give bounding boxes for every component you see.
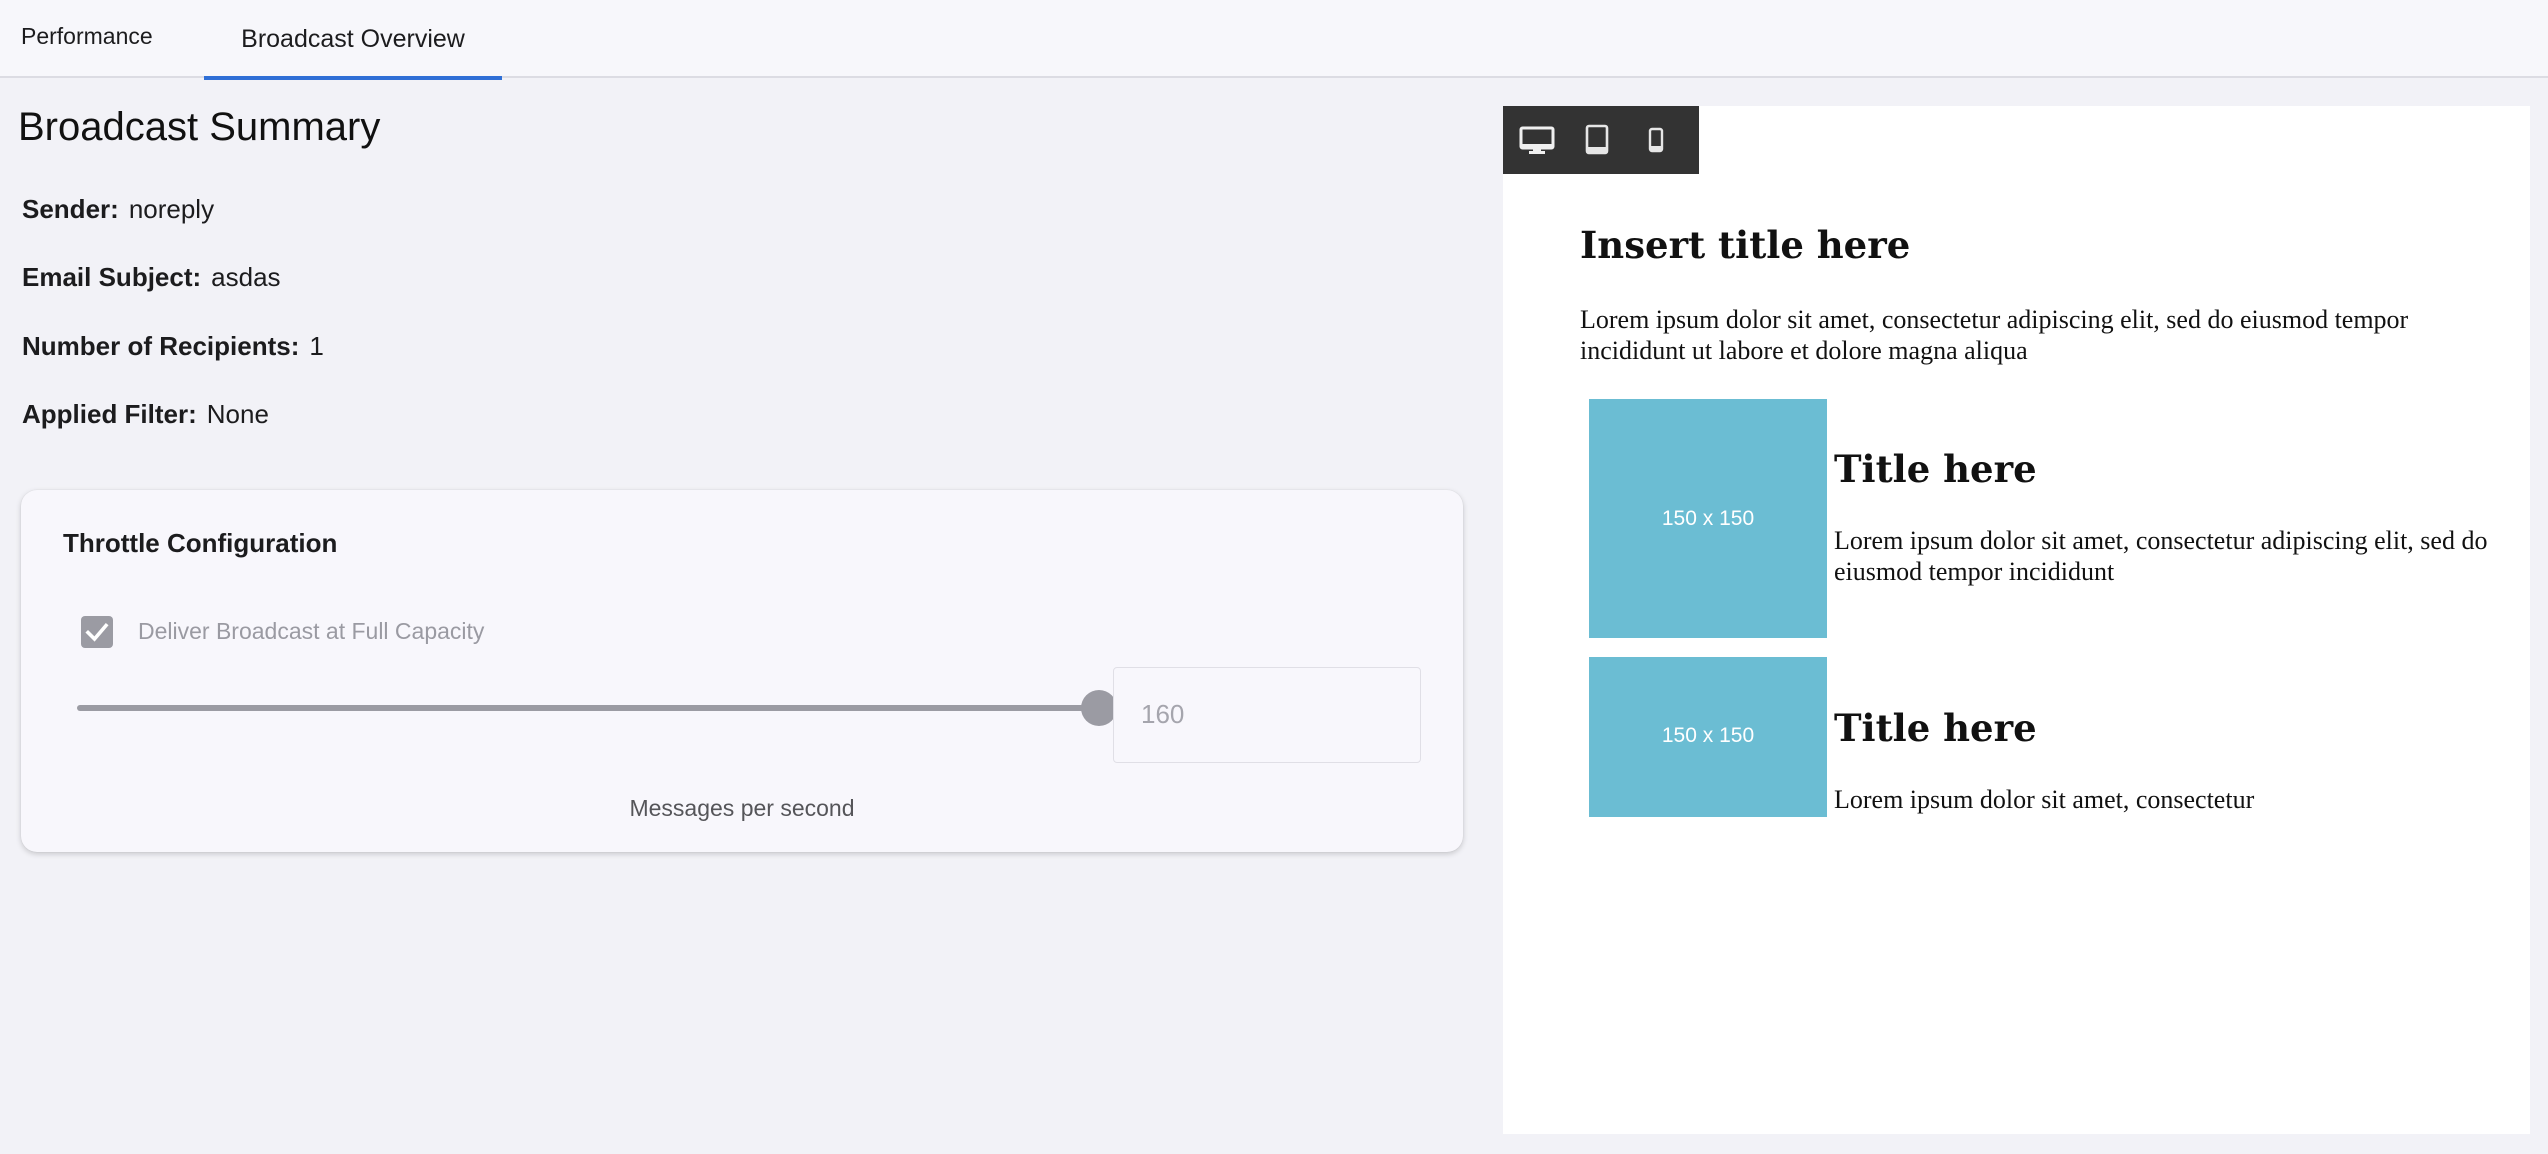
sender-row: Sender: noreply xyxy=(22,194,214,225)
email-subject-value: asdas xyxy=(211,262,281,292)
tab-bar: Performance Broadcast Overview xyxy=(0,0,2548,80)
email-subject-label: Email Subject: xyxy=(22,262,202,292)
applied-filter-value: None xyxy=(206,399,269,429)
messages-per-second-input[interactable]: 160 xyxy=(1113,667,1421,763)
checkmark-icon xyxy=(85,622,109,642)
desktop-view-button[interactable] xyxy=(1517,120,1557,160)
full-capacity-label: Deliver Broadcast at Full Capacity xyxy=(138,618,485,644)
applied-filter-label: Applied Filter: xyxy=(22,399,197,429)
phone-view-button[interactable] xyxy=(1636,120,1676,160)
email-subject-row: Email Subject: asdas xyxy=(22,262,281,293)
tablet-icon xyxy=(1585,124,1609,155)
email-heading: Insert title here xyxy=(1580,223,1911,267)
throttle-configuration-title: Throttle Configuration xyxy=(63,528,338,558)
device-toolbar xyxy=(1503,106,1699,174)
recipients-value: 1 xyxy=(309,331,324,361)
item-title: Title here xyxy=(1834,706,2037,750)
messages-per-second-caption: Messages per second xyxy=(629,795,855,821)
item-text: Lorem ipsum dolor sit amet, consectetur … xyxy=(1834,526,2488,586)
image-placeholder: 150 x 150 xyxy=(1589,399,1827,638)
desktop-icon xyxy=(1519,126,1555,154)
applied-filter-row: Applied Filter: None xyxy=(22,399,269,430)
item-title: Title here xyxy=(1834,447,2037,491)
page-title: Broadcast Summary xyxy=(18,105,381,149)
slider-thumb[interactable] xyxy=(1081,690,1117,726)
tablet-view-button[interactable] xyxy=(1577,120,1617,160)
sender-value: noreply xyxy=(128,194,215,224)
phone-icon xyxy=(1648,127,1664,153)
throttle-configuration-card: Throttle Configuration Deliver Broadcast… xyxy=(21,490,1463,852)
item-text: Lorem ipsum dolor sit amet, consectetur xyxy=(1834,785,2255,814)
sender-label: Sender: xyxy=(22,194,119,224)
slider-track xyxy=(77,705,1099,711)
email-preview: Insert title here Lorem ipsum dolor sit … xyxy=(1503,106,2530,1134)
full-capacity-checkbox[interactable] xyxy=(81,616,113,648)
recipients-label: Number of Recipients: xyxy=(22,331,300,361)
recipients-row: Number of Recipients: 1 xyxy=(22,331,324,362)
rate-slider[interactable] xyxy=(77,688,1117,728)
image-placeholder: 150 x 150 xyxy=(1589,657,1827,817)
tab-broadcast-overview[interactable]: Broadcast Overview xyxy=(204,0,502,80)
tab-performance[interactable]: Performance xyxy=(21,0,153,78)
email-intro-text: Lorem ipsum dolor sit amet, consectetur … xyxy=(1580,305,2409,365)
